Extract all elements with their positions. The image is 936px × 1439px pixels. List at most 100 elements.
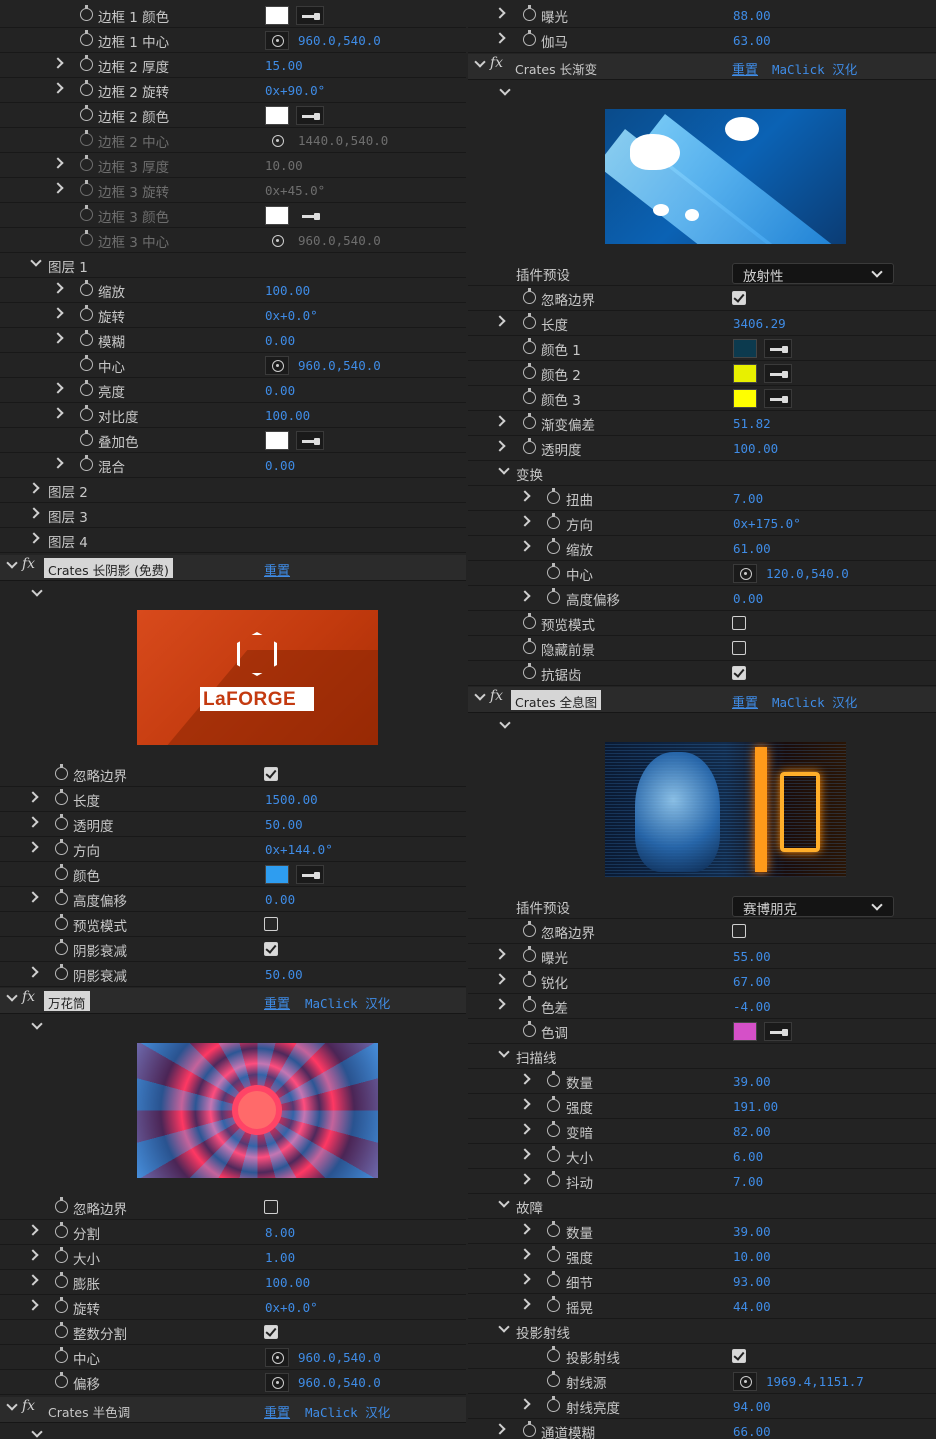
prop-row[interactable]: 数量 39.00 xyxy=(468,1069,936,1094)
prop-row[interactable]: 大小 1.00 xyxy=(0,1245,466,1270)
stopwatch-icon[interactable] xyxy=(547,1146,560,1162)
stopwatch-icon[interactable] xyxy=(523,413,536,429)
checkbox[interactable] xyxy=(732,1349,746,1363)
expand-arrow-icon[interactable] xyxy=(519,515,531,527)
stopwatch-icon[interactable] xyxy=(80,30,93,46)
expand-arrow-icon[interactable] xyxy=(27,1249,39,1261)
prop-row[interactable]: 缩放 61.00 xyxy=(468,536,936,561)
prop-row[interactable]: 对比度 100.00 xyxy=(0,403,466,428)
stopwatch-icon[interactable] xyxy=(55,1272,68,1288)
prop-value[interactable]: 39.00 xyxy=(733,1224,771,1239)
stopwatch-icon[interactable] xyxy=(547,513,560,529)
prop-row[interactable]: 长度 1500.00 xyxy=(0,787,466,812)
prop-value[interactable]: 100.00 xyxy=(265,1275,310,1290)
prop-value[interactable]: 82.00 xyxy=(733,1124,771,1139)
stopwatch-icon[interactable] xyxy=(547,1071,560,1087)
prop-value[interactable]: 1969.4,1151.7 xyxy=(766,1374,864,1389)
prop-row[interactable]: 长度 3406.29 xyxy=(468,311,936,336)
expand-arrow-icon[interactable] xyxy=(28,482,40,494)
prop-row[interactable]: 隐藏前景 xyxy=(468,636,936,661)
chevron-down-icon[interactable] xyxy=(31,585,43,597)
prop-value[interactable]: 39.00 xyxy=(733,1074,771,1089)
prop-value[interactable]: 6.00 xyxy=(733,1149,763,1164)
reset-link[interactable]: 重置 xyxy=(732,59,758,78)
prop-value[interactable]: 0.00 xyxy=(265,333,295,348)
stopwatch-icon[interactable] xyxy=(80,280,93,296)
preset-dropdown[interactable]: 赛博朋克 xyxy=(732,896,894,918)
prop-row[interactable]: 细节 93.00 xyxy=(468,1269,936,1294)
effect-header[interactable]: fx 万花筒 重置 MaClick 汉化 xyxy=(0,988,466,1014)
fx-icon[interactable]: fx xyxy=(22,556,35,572)
prop-row[interactable]: 高度偏移 0.00 xyxy=(0,887,466,912)
prop-row[interactable]: 颜色 xyxy=(0,862,466,887)
expand-arrow-icon[interactable] xyxy=(494,973,506,985)
prop-row[interactable]: 抗锯齿 xyxy=(468,661,936,686)
prop-value[interactable]: 0.00 xyxy=(265,892,295,907)
target-icon[interactable] xyxy=(265,31,289,50)
stopwatch-icon[interactable] xyxy=(523,946,536,962)
prop-value[interactable]: 1.00 xyxy=(265,1250,295,1265)
stopwatch-icon[interactable] xyxy=(80,355,93,371)
prop-value[interactable]: 50.00 xyxy=(265,817,303,832)
prop-row[interactable]: 射线源 1969.4,1151.7 xyxy=(468,1369,936,1394)
chevron-down-icon[interactable] xyxy=(499,84,511,96)
prop-row[interactable]: 忽略边界 xyxy=(0,762,466,787)
expand-arrow-icon[interactable] xyxy=(52,282,64,294)
chevron-down-icon[interactable] xyxy=(31,1426,43,1438)
collapse-arrow-icon[interactable] xyxy=(6,990,18,1002)
stopwatch-icon[interactable] xyxy=(80,55,93,71)
expand-arrow-icon[interactable] xyxy=(519,1173,531,1185)
prop-row[interactable]: 预览模式 xyxy=(468,611,936,636)
prop-row[interactable]: 膨胀 100.00 xyxy=(0,1270,466,1295)
stopwatch-icon[interactable] xyxy=(80,405,93,421)
prop-row[interactable]: 忽略边界 xyxy=(468,286,936,311)
stopwatch-icon[interactable] xyxy=(80,80,93,96)
prop-row[interactable]: 抖动 7.00 xyxy=(468,1169,936,1194)
expand-arrow-icon[interactable] xyxy=(519,590,531,602)
prop-row[interactable]: 方向 0x+144.0° xyxy=(0,837,466,862)
stopwatch-icon[interactable] xyxy=(523,288,536,304)
stopwatch-icon[interactable] xyxy=(55,964,68,980)
prop-value[interactable]: 55.00 xyxy=(733,949,771,964)
expand-arrow-icon[interactable] xyxy=(52,457,64,469)
stopwatch-icon[interactable] xyxy=(523,363,536,379)
stopwatch-icon[interactable] xyxy=(55,889,68,905)
prop-row[interactable]: 渐变偏差 51.82 xyxy=(468,411,936,436)
checkbox[interactable] xyxy=(264,1200,278,1214)
group-row[interactable]: 图层 2 xyxy=(0,478,466,503)
stopwatch-icon[interactable] xyxy=(55,939,68,955)
collapse-arrow-icon[interactable] xyxy=(498,463,510,475)
prop-row[interactable]: 中心 960.0,540.0 xyxy=(0,1345,466,1370)
expand-arrow-icon[interactable] xyxy=(519,1073,531,1085)
eyedropper-icon[interactable] xyxy=(764,339,792,358)
prop-row[interactable]: 方向 0x+175.0° xyxy=(468,511,936,536)
effect-header[interactable]: fx Crates 长渐变 重置 MaClick 汉化 xyxy=(468,54,936,80)
eyedropper-icon[interactable] xyxy=(764,389,792,408)
preset-dropdown[interactable]: 放射性 xyxy=(732,263,894,285)
prop-row[interactable]: 摇晃 44.00 xyxy=(468,1294,936,1319)
color-swatch[interactable] xyxy=(733,1022,757,1041)
prop-row[interactable]: 曝光 55.00 xyxy=(468,944,936,969)
collapse-arrow-icon[interactable] xyxy=(498,1196,510,1208)
target-icon[interactable] xyxy=(733,564,757,583)
prop-row[interactable]: 缩放 100.00 xyxy=(0,278,466,303)
prop-row[interactable]: 透明度 50.00 xyxy=(0,812,466,837)
expand-arrow-icon[interactable] xyxy=(52,382,64,394)
prop-value[interactable]: 120.0,540.0 xyxy=(766,566,849,581)
stopwatch-icon[interactable] xyxy=(55,1197,68,1213)
eyedropper-icon[interactable] xyxy=(296,106,324,125)
prop-row[interactable]: 忽略边界 xyxy=(0,1195,466,1220)
prop-row[interactable]: 通道模糊 66.00 xyxy=(468,1419,936,1439)
prop-row[interactable]: 变暗 82.00 xyxy=(468,1119,936,1144)
fx-icon[interactable]: fx xyxy=(490,55,503,71)
stopwatch-icon[interactable] xyxy=(523,438,536,454)
expand-arrow-icon[interactable] xyxy=(494,1423,506,1435)
expand-arrow-icon[interactable] xyxy=(519,1148,531,1160)
expand-arrow-icon[interactable] xyxy=(27,816,39,828)
fx-icon[interactable]: fx xyxy=(490,688,503,704)
expand-arrow-icon[interactable] xyxy=(519,1123,531,1135)
stopwatch-icon[interactable] xyxy=(55,814,68,830)
maclick-link[interactable]: MaClick 汉化 xyxy=(772,59,857,78)
effect-name[interactable]: Crates 长渐变 xyxy=(511,57,601,77)
prop-value[interactable]: 94.00 xyxy=(733,1399,771,1414)
